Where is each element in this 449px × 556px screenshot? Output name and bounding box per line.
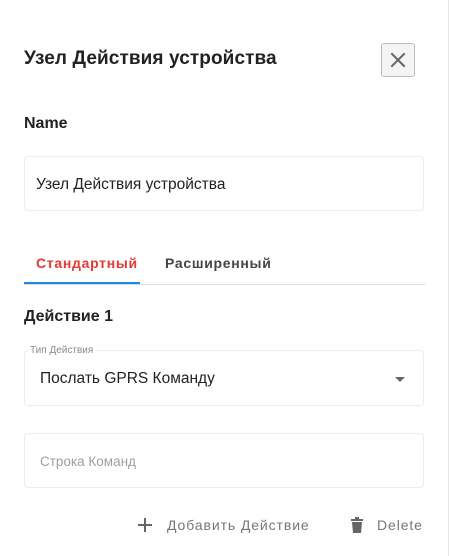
action-type-value: Послать GPRS Команду xyxy=(40,370,215,387)
tab-standard[interactable]: Стандартный xyxy=(36,255,138,271)
action-type-label: Тип Действия xyxy=(28,345,96,356)
tab-bar: Стандартный Расширенный xyxy=(24,240,425,285)
plus-icon xyxy=(137,517,153,533)
action-type-select[interactable]: Тип Действия Послать GPRS Команду xyxy=(24,345,424,406)
action-heading: Действие 1 xyxy=(24,308,113,325)
tab-extended[interactable]: Расширенный xyxy=(165,255,272,271)
trash-icon xyxy=(350,517,364,533)
delete-label: Delete xyxy=(377,517,423,533)
add-action-label: Добавить Действие xyxy=(167,517,310,533)
active-tab-indicator xyxy=(24,282,140,284)
close-icon xyxy=(390,52,406,68)
command-string-placeholder: Строка Команд xyxy=(40,454,136,469)
add-action-button[interactable]: Добавить Действие xyxy=(137,512,310,538)
chevron-down-icon xyxy=(395,377,405,382)
device-action-node-panel: Узел Действия устройства Name Узел Дейст… xyxy=(0,0,449,556)
name-input-value: Узел Действия устройства xyxy=(36,176,226,193)
dialog-title: Узел Действия устройства xyxy=(24,48,277,69)
command-string-input[interactable]: Строка Команд xyxy=(24,433,424,488)
name-field[interactable]: Узел Действия устройства xyxy=(24,156,424,211)
name-label: Name xyxy=(24,115,68,132)
close-button[interactable] xyxy=(381,43,415,77)
delete-button[interactable]: Delete xyxy=(350,512,423,538)
